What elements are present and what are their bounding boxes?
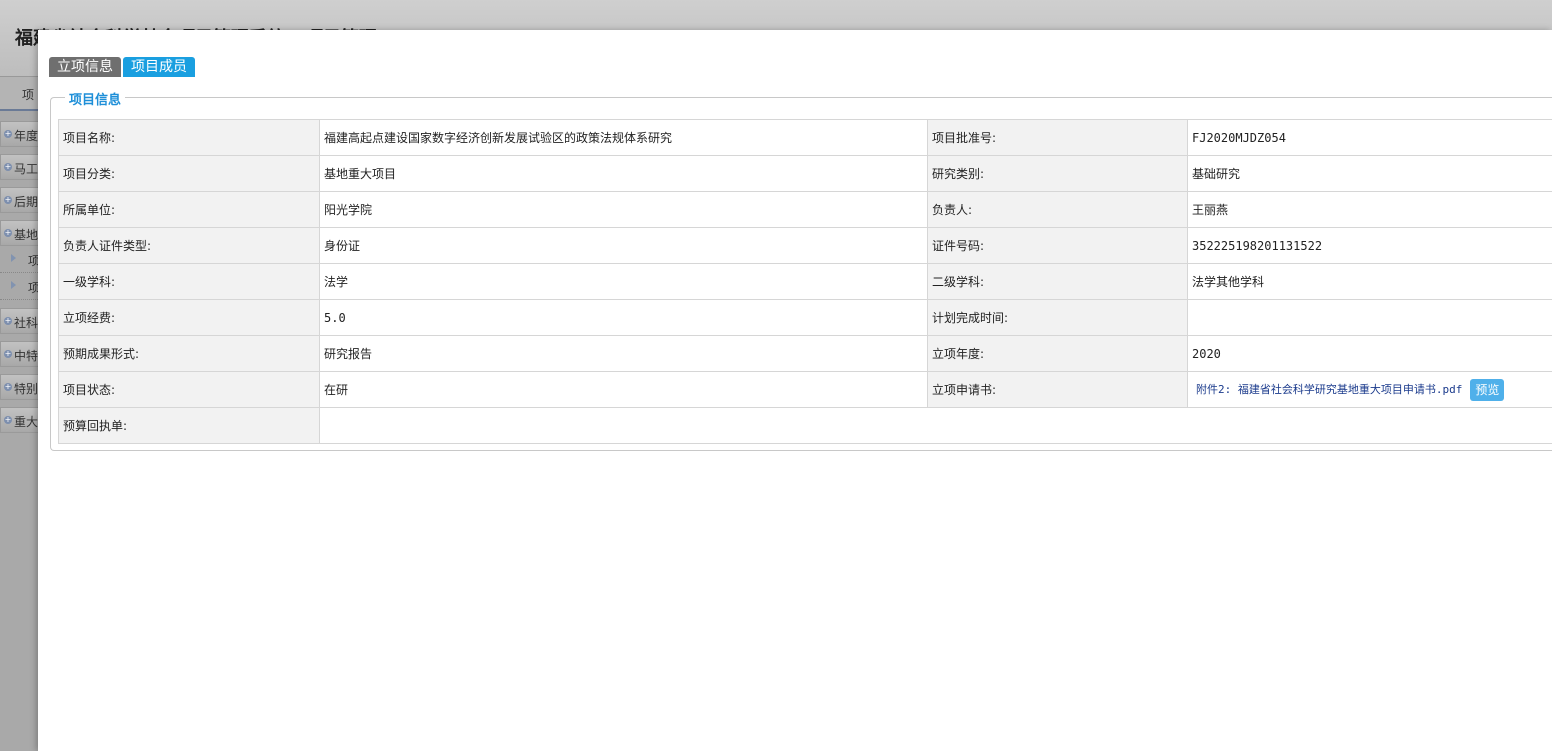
expected-output-value: 研究报告 bbox=[319, 335, 928, 372]
sidebar-menu-item[interactable]: + 年度 bbox=[0, 121, 40, 147]
sidebar-menu-label: 马工 bbox=[14, 162, 39, 176]
table-row: 一级学科: 法学 二级学科: 法学其他学科 bbox=[58, 263, 1552, 300]
planned-completion-value bbox=[1187, 299, 1552, 336]
field-label: 立项经费: bbox=[58, 299, 320, 336]
field-label: 项目分类: bbox=[58, 155, 320, 192]
project-name-value: 福建高起点建设国家数字经济创新发展试验区的政策法规体系研究 bbox=[319, 119, 928, 156]
field-label: 项目状态: bbox=[58, 371, 320, 408]
budget-receipt-value bbox=[319, 407, 1552, 444]
field-label: 证件号码: bbox=[927, 227, 1188, 264]
table-row: 所属单位: 阳光学院 负责人: 王丽燕 bbox=[58, 191, 1552, 228]
principal-value: 王丽燕 bbox=[1187, 191, 1552, 228]
expand-icon: + bbox=[4, 195, 12, 204]
id-number-value: 352225198201131522 bbox=[1187, 227, 1552, 264]
attachment-link[interactable]: 附件2: 福建省社会科学研究基地重大项目申请书.pdf bbox=[1196, 383, 1462, 396]
sidebar-menu-item[interactable]: + 中特 bbox=[0, 341, 40, 367]
field-label: 所属单位: bbox=[58, 191, 320, 228]
application-file-cell: 附件2: 福建省社会科学研究基地重大项目申请书.pdf 预览 bbox=[1187, 371, 1552, 408]
sidebar-subitem[interactable]: 项 bbox=[0, 246, 40, 273]
sidebar-menu-label: 中特 bbox=[14, 349, 39, 363]
field-label: 二级学科: bbox=[927, 263, 1188, 300]
sidebar-subitem[interactable]: 项 bbox=[0, 273, 40, 300]
sidebar-menu-label: 重大 bbox=[14, 415, 39, 429]
sidebar-menu-item[interactable]: + 重大 bbox=[0, 407, 40, 433]
sidebar-menu-item[interactable]: + 基地 bbox=[0, 220, 40, 246]
expand-icon: + bbox=[4, 382, 12, 391]
project-year-value: 2020 bbox=[1187, 335, 1552, 372]
field-label: 预期成果形式: bbox=[58, 335, 320, 372]
sidebar-menu-label: 特别 bbox=[14, 382, 39, 396]
expand-icon: + bbox=[4, 349, 12, 358]
expand-icon: + bbox=[4, 415, 12, 424]
field-label: 立项年度: bbox=[927, 335, 1188, 372]
background-tab-label: 项 bbox=[22, 88, 35, 102]
sidebar-menu-label: 社科 bbox=[14, 316, 39, 330]
field-label: 负责人: bbox=[927, 191, 1188, 228]
primary-discipline-value: 法学 bbox=[319, 263, 928, 300]
project-detail-dialog: 立项信息 项目成员 项目信息 项目名称: 福建高起点建设国家数字经济创新发展试验… bbox=[38, 30, 1552, 751]
table-row: 预算回执单: bbox=[58, 407, 1552, 444]
dialog-tabs: 立项信息 项目成员 bbox=[49, 57, 197, 77]
table-row: 项目状态: 在研 立项申请书: 附件2: 福建省社会科学研究基地重大项目申请书.… bbox=[58, 371, 1552, 408]
tab-project-members[interactable]: 项目成员 bbox=[123, 57, 195, 77]
field-label: 立项申请书: bbox=[927, 371, 1188, 408]
sidebar-menu-item[interactable]: + 马工 bbox=[0, 154, 40, 180]
field-label: 一级学科: bbox=[58, 263, 320, 300]
table-row: 负责人证件类型: 身份证 证件号码: 352225198201131522 bbox=[58, 227, 1552, 264]
sidebar-menu-item[interactable]: + 后期 bbox=[0, 187, 40, 213]
expand-icon: + bbox=[4, 162, 12, 171]
expand-icon: + bbox=[4, 228, 12, 237]
field-label: 负责人证件类型: bbox=[58, 227, 320, 264]
expand-icon: + bbox=[4, 316, 12, 325]
sidebar-menu-label: 基地 bbox=[14, 228, 39, 242]
affiliation-value: 阳光学院 bbox=[319, 191, 928, 228]
sidebar-menu-item[interactable]: + 社科 bbox=[0, 308, 40, 334]
approval-number-value: FJ2020MJDZ054 bbox=[1187, 119, 1552, 156]
table-row: 预期成果形式: 研究报告 立项年度: 2020 bbox=[58, 335, 1552, 372]
background-tab[interactable]: 项 bbox=[0, 77, 40, 111]
background-sidebar: + 年度 + 马工 + 后期 + 基地 项 项 + 社科 + 中特 + 特别 + 重大 bbox=[0, 121, 40, 440]
sidebar-menu-item[interactable]: + 特别 bbox=[0, 374, 40, 400]
project-category-value: 基地重大项目 bbox=[319, 155, 928, 192]
secondary-discipline-value: 法学其他学科 bbox=[1187, 263, 1552, 300]
table-row: 项目名称: 福建高起点建设国家数字经济创新发展试验区的政策法规体系研究 项目批准… bbox=[58, 119, 1552, 156]
research-type-value: 基础研究 bbox=[1187, 155, 1552, 192]
table-row: 项目分类: 基地重大项目 研究类别: 基础研究 bbox=[58, 155, 1552, 192]
arrow-right-icon bbox=[11, 254, 16, 262]
field-label: 研究类别: bbox=[927, 155, 1188, 192]
project-info-section: 项目信息 项目名称: 福建高起点建设国家数字经济创新发展试验区的政策法规体系研究… bbox=[50, 89, 1552, 451]
arrow-right-icon bbox=[11, 281, 16, 289]
field-label: 项目名称: bbox=[58, 119, 320, 156]
expand-icon: + bbox=[4, 129, 12, 138]
section-title: 项目信息 bbox=[65, 89, 126, 108]
tab-project-info[interactable]: 立项信息 bbox=[49, 57, 121, 77]
project-info-table: 项目名称: 福建高起点建设国家数字经济创新发展试验区的政策法规体系研究 项目批准… bbox=[58, 119, 1552, 444]
preview-button[interactable]: 预览 bbox=[1470, 378, 1505, 401]
id-type-value: 身份证 bbox=[319, 227, 928, 264]
field-label: 项目批准号: bbox=[927, 119, 1188, 156]
sidebar-menu-label: 年度 bbox=[14, 129, 39, 143]
project-status-value: 在研 bbox=[319, 371, 928, 408]
field-label: 预算回执单: bbox=[58, 407, 320, 444]
sidebar-menu-label: 后期 bbox=[14, 195, 39, 209]
table-row: 立项经费: 5.0 计划完成时间: bbox=[58, 299, 1552, 336]
funding-value: 5.0 bbox=[319, 299, 928, 336]
field-label: 计划完成时间: bbox=[927, 299, 1188, 336]
